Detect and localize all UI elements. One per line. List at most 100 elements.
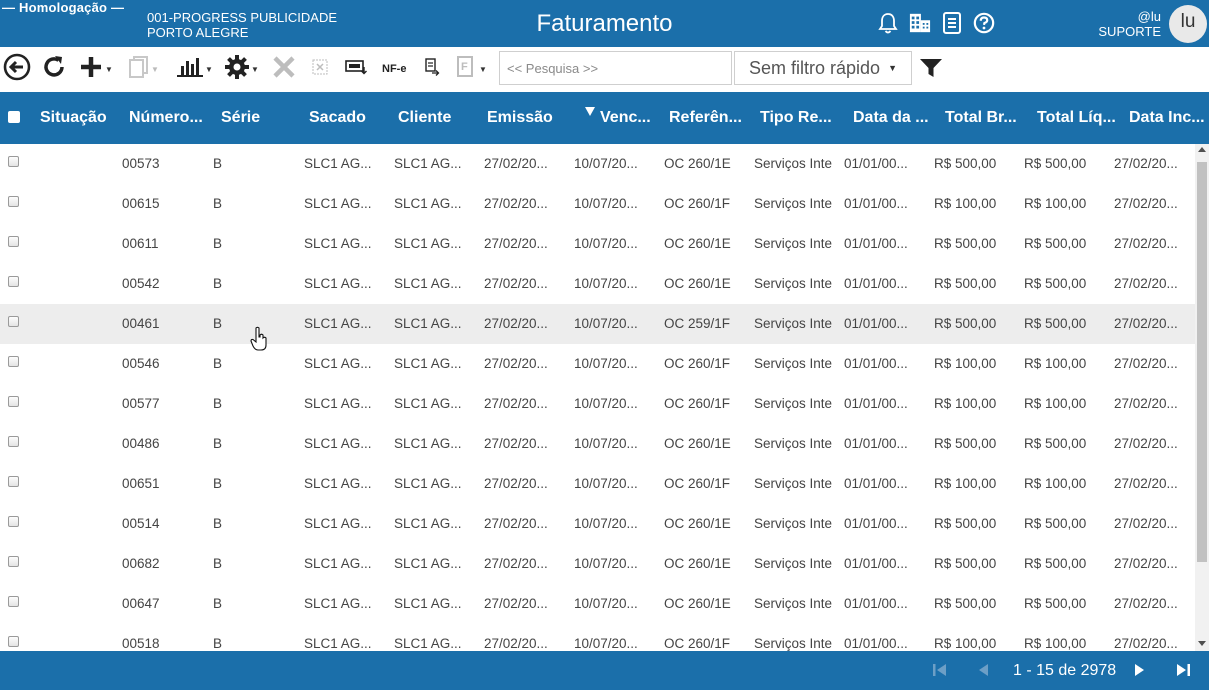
cell-total-bruto: R$ 100,00 xyxy=(934,196,997,211)
cell-vencimento: 10/07/20... xyxy=(574,636,638,651)
table-row[interactable]: 00518 B SLC1 AG... SLC1 AG... 27/02/20... 10/… xyxy=(0,624,1195,651)
cell-serie: B xyxy=(213,276,223,291)
cell-referencia: OC 260/1F xyxy=(664,396,731,411)
column-header-cliente[interactable]: Cliente xyxy=(398,92,478,144)
scroll-down-icon[interactable] xyxy=(1198,641,1206,646)
next-page-icon xyxy=(1133,664,1147,681)
cell-vencimento: 10/07/20... xyxy=(574,276,638,291)
copy-button[interactable]: ▼ xyxy=(128,54,159,84)
row-checkbox[interactable] xyxy=(8,196,19,207)
quick-filter-select[interactable]: Sem filtro rápido ▼ xyxy=(734,51,912,85)
row-checkbox[interactable] xyxy=(8,356,19,367)
cell-cliente: SLC1 AG... xyxy=(394,156,462,171)
table-row[interactable]: 00577 B SLC1 AG... SLC1 AG... 27/02/20... 10/… xyxy=(0,384,1195,424)
cell-data-inclusao: 27/02/20... xyxy=(1114,156,1178,171)
row-checkbox[interactable] xyxy=(8,276,19,287)
cell-vencimento: 10/07/20... xyxy=(574,196,638,211)
first-page-button[interactable] xyxy=(932,663,948,682)
cell-cliente: SLC1 AG... xyxy=(394,396,462,411)
scroll-thumb[interactable] xyxy=(1197,162,1207,562)
delete-button[interactable] xyxy=(271,54,297,84)
row-checkbox[interactable] xyxy=(8,556,19,567)
column-header-data[interactable]: Data da ... xyxy=(853,92,933,144)
select-all-checkbox[interactable] xyxy=(8,111,20,123)
cell-referencia: OC 260/1E xyxy=(664,556,731,571)
cell-sacado: SLC1 AG... xyxy=(304,436,372,451)
cell-data: 01/01/00... xyxy=(844,236,908,251)
column-header-emissao[interactable]: Emissão xyxy=(487,92,567,144)
prev-page-button[interactable] xyxy=(976,663,990,682)
grid-header: Situação Número... Série Sacado Cliente … xyxy=(0,92,1209,144)
column-header-data-inclusao[interactable]: Data Inc... xyxy=(1129,92,1209,144)
user-info[interactable]: @lu SUPORTE xyxy=(1098,9,1161,39)
table-row[interactable]: 00573 B SLC1 AG... SLC1 AG... 27/02/20... 10/… xyxy=(0,144,1195,184)
row-checkbox[interactable] xyxy=(8,436,19,447)
add-button[interactable]: ▼ xyxy=(78,54,113,84)
row-checkbox[interactable] xyxy=(8,596,19,607)
table-row[interactable]: 00682 B SLC1 AG... SLC1 AG... 27/02/20... 10/… xyxy=(0,544,1195,584)
column-header-total-bruto[interactable]: Total Br... xyxy=(945,92,1027,144)
refresh-icon xyxy=(41,54,67,85)
table-row[interactable]: 00615 B SLC1 AG... SLC1 AG... 27/02/20... 10/… xyxy=(0,184,1195,224)
avatar[interactable]: lu xyxy=(1169,5,1207,43)
nfe-button[interactable]: NF-e xyxy=(382,54,406,84)
cancel-invoice-button[interactable] xyxy=(312,54,328,84)
bell-icon[interactable] xyxy=(877,11,899,35)
cell-data-inclusao: 27/02/20... xyxy=(1114,556,1178,571)
invoice-button[interactable] xyxy=(345,54,367,84)
column-header-situacao[interactable]: Situação xyxy=(40,92,120,144)
column-header-referencia[interactable]: Referên... xyxy=(669,92,751,144)
row-checkbox[interactable] xyxy=(8,156,19,167)
table-row[interactable]: 00486 B SLC1 AG... SLC1 AG... 27/02/20... 10/… xyxy=(0,424,1195,464)
app-header: — Homologação — 001-PROGRESS PUBLICIDADE… xyxy=(0,0,1209,47)
cell-numero: 00546 xyxy=(122,356,160,371)
table-row[interactable]: 00542 B SLC1 AG... SLC1 AG... 27/02/20... 10/… xyxy=(0,264,1195,304)
cell-cliente: SLC1 AG... xyxy=(394,636,462,651)
column-header-numero[interactable]: Número... xyxy=(129,92,207,144)
table-row[interactable]: 00514 B SLC1 AG... SLC1 AG... 27/02/20... 10/… xyxy=(0,504,1195,544)
row-checkbox[interactable] xyxy=(8,636,19,647)
document-icon[interactable] xyxy=(941,11,963,35)
chart-button[interactable]: ▼ xyxy=(176,54,213,84)
report-button[interactable]: F ▼ xyxy=(456,54,487,84)
back-button[interactable] xyxy=(3,53,31,84)
row-checkbox[interactable] xyxy=(8,476,19,487)
vertical-scrollbar[interactable] xyxy=(1195,144,1209,651)
building-icon[interactable] xyxy=(909,11,931,35)
row-checkbox[interactable] xyxy=(8,396,19,407)
report-icon: F xyxy=(456,55,478,84)
column-header-vencimento[interactable]: Venc... xyxy=(600,92,660,144)
cell-sacado: SLC1 AG... xyxy=(304,356,372,371)
cell-cliente: SLC1 AG... xyxy=(394,356,462,371)
row-checkbox[interactable] xyxy=(8,236,19,247)
refresh-button[interactable] xyxy=(41,54,67,84)
next-page-button[interactable] xyxy=(1133,663,1147,682)
cell-data-inclusao: 27/02/20... xyxy=(1114,396,1178,411)
print-button[interactable] xyxy=(424,54,440,84)
filter-button[interactable] xyxy=(918,57,944,84)
cell-total-liquido: R$ 500,00 xyxy=(1024,156,1087,171)
last-page-button[interactable] xyxy=(1175,663,1191,682)
column-header-serie[interactable]: Série xyxy=(221,92,291,144)
cell-referencia: OC 259/1F xyxy=(664,316,731,331)
table-row[interactable]: 00611 B SLC1 AG... SLC1 AG... 27/02/20... 10/… xyxy=(0,224,1195,264)
help-icon[interactable] xyxy=(973,11,995,35)
row-checkbox[interactable] xyxy=(8,316,19,327)
table-row[interactable]: 00651 B SLC1 AG... SLC1 AG... 27/02/20... 10/… xyxy=(0,464,1195,504)
cell-cliente: SLC1 AG... xyxy=(394,236,462,251)
filter-icon xyxy=(918,59,944,83)
scroll-up-icon[interactable] xyxy=(1198,147,1206,152)
settings-button[interactable]: ▼ xyxy=(224,54,259,84)
table-row[interactable]: 00461 B SLC1 AG... SLC1 AG... 27/02/20... 10/… xyxy=(0,304,1195,344)
prev-page-icon xyxy=(976,664,990,681)
cell-numero: 00647 xyxy=(122,596,160,611)
cell-data: 01/01/00... xyxy=(844,636,908,651)
column-header-total-liquido[interactable]: Total Líq... xyxy=(1037,92,1119,144)
column-header-tipo-receita[interactable]: Tipo Re... xyxy=(760,92,840,144)
column-header-sacado[interactable]: Sacado xyxy=(309,92,389,144)
table-row[interactable]: 00546 B SLC1 AG... SLC1 AG... 27/02/20... 10/… xyxy=(0,344,1195,384)
search-input[interactable] xyxy=(499,51,732,85)
table-row[interactable]: 00647 B SLC1 AG... SLC1 AG... 27/02/20... 10/… xyxy=(0,584,1195,624)
cell-vencimento: 10/07/20... xyxy=(574,316,638,331)
row-checkbox[interactable] xyxy=(8,516,19,527)
